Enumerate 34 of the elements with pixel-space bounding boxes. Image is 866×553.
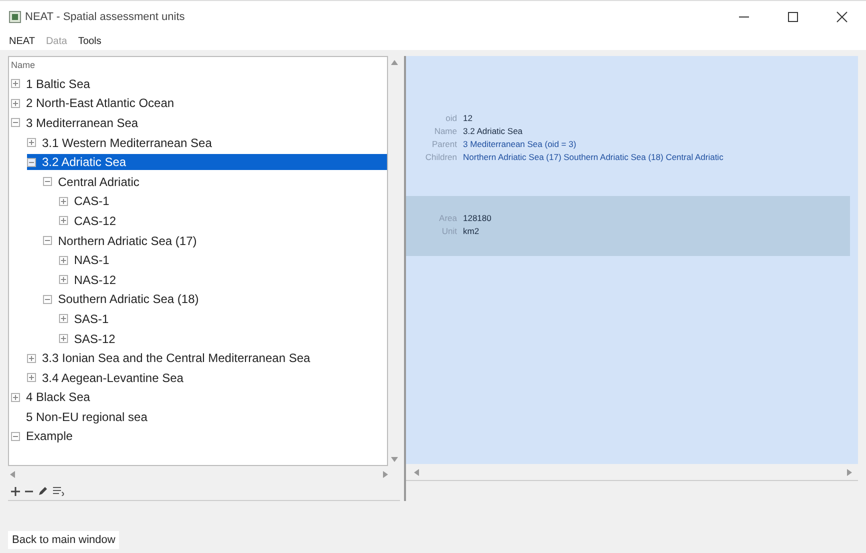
tree-item[interactable]: 3.2 Adriatic Sea [27,154,387,170]
tree-item[interactable]: 1 Baltic Sea [24,76,92,92]
tree-item[interactable]: NAS-12 [72,272,118,288]
field-label: Children [424,151,457,164]
field-value: 128180 [463,212,492,225]
tree-item[interactable]: SAS-1 [72,310,111,327]
field-link[interactable]: Northern Adriatic Sea (17) Southern Adriatic Sea (18) Central Adriatic [463,151,724,164]
field-value: 3.2 Adriatic Sea [463,125,523,138]
tree-item[interactable]: Northern Adriatic Sea (17) [56,232,199,249]
menu-item[interactable]: Tools [78,36,102,47]
field-value: 12 [463,112,472,125]
tree-item[interactable]: SAS-12 [72,330,118,347]
tree-item[interactable]: 4 Black Sea [24,389,92,406]
tree-item[interactable]: Southern Adriatic Sea (18) [56,291,201,308]
window-title: NEAT - Spatial assessment units [25,11,185,23]
field-label: Parent [430,138,457,151]
tree-item[interactable]: NAS-1 [72,252,112,268]
menu-item[interactable]: NEAT [9,36,35,47]
tree-item[interactable]: 3 Mediterranean Sea [24,114,140,131]
field-value: km2 [463,225,480,238]
field-link[interactable]: 3 Mediterranean Sea (oid = 3) [463,138,576,151]
tree-item[interactable]: 5 Non-EU regional sea [24,408,150,425]
tree-item[interactable]: 3.4 Aegean-Levantine Sea [40,370,186,386]
tree-item[interactable]: 2 North-East Atlantic Ocean [24,95,176,112]
tree-item[interactable]: CAS-1 [72,193,112,210]
tree-item[interactable]: Example [24,428,75,444]
tree-item[interactable]: 3.3 Ionian Sea and the Central Mediterranean Sea [40,350,312,366]
back-button[interactable]: Back to main window [8,531,120,549]
tree-item[interactable]: 3.1 Western Mediterranean Sea [40,134,214,151]
tree-item[interactable]: CAS-12 [72,212,118,229]
field-label: oid [444,112,457,125]
column-header[interactable]: Name [9,57,387,74]
field-label: Name [433,125,457,138]
tree-item[interactable]: Central Adriatic [56,174,142,190]
